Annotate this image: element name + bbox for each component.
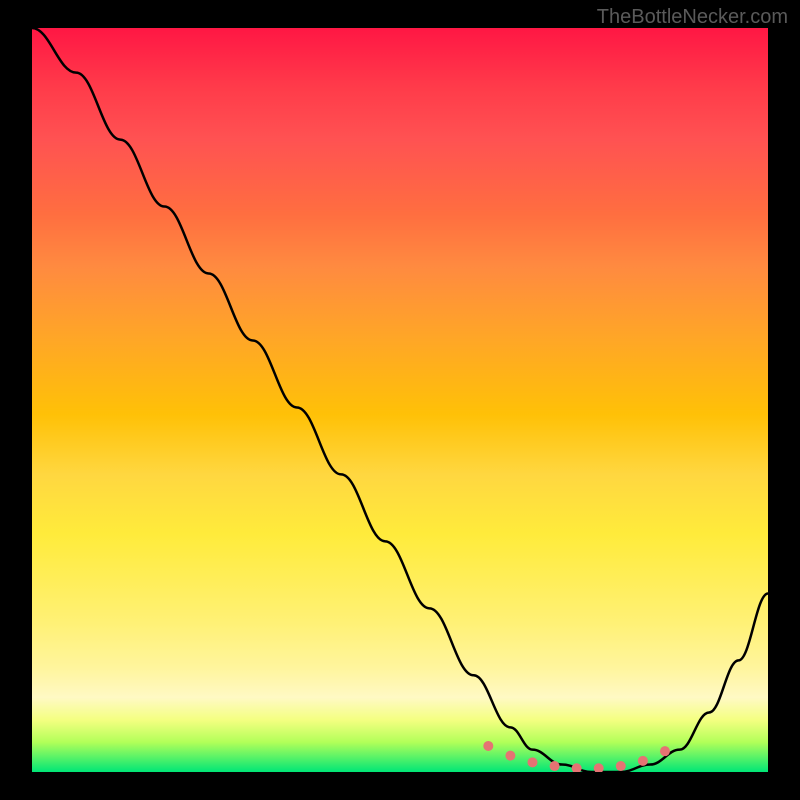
chart-plot-area xyxy=(32,28,768,772)
watermark-text: TheBottleNecker.com xyxy=(597,6,788,29)
marker-dot xyxy=(483,741,493,751)
chart-svg xyxy=(32,28,768,772)
marker-dot xyxy=(594,763,604,772)
bottleneck-curve xyxy=(32,28,768,772)
marker-dot xyxy=(550,761,560,771)
marker-dot xyxy=(660,746,670,756)
marker-dot xyxy=(616,761,626,771)
optimal-zone-markers xyxy=(483,741,670,772)
curve-path xyxy=(32,28,768,772)
marker-dot xyxy=(527,757,537,767)
marker-dot xyxy=(572,763,582,772)
marker-dot xyxy=(638,756,648,766)
marker-dot xyxy=(505,751,515,761)
